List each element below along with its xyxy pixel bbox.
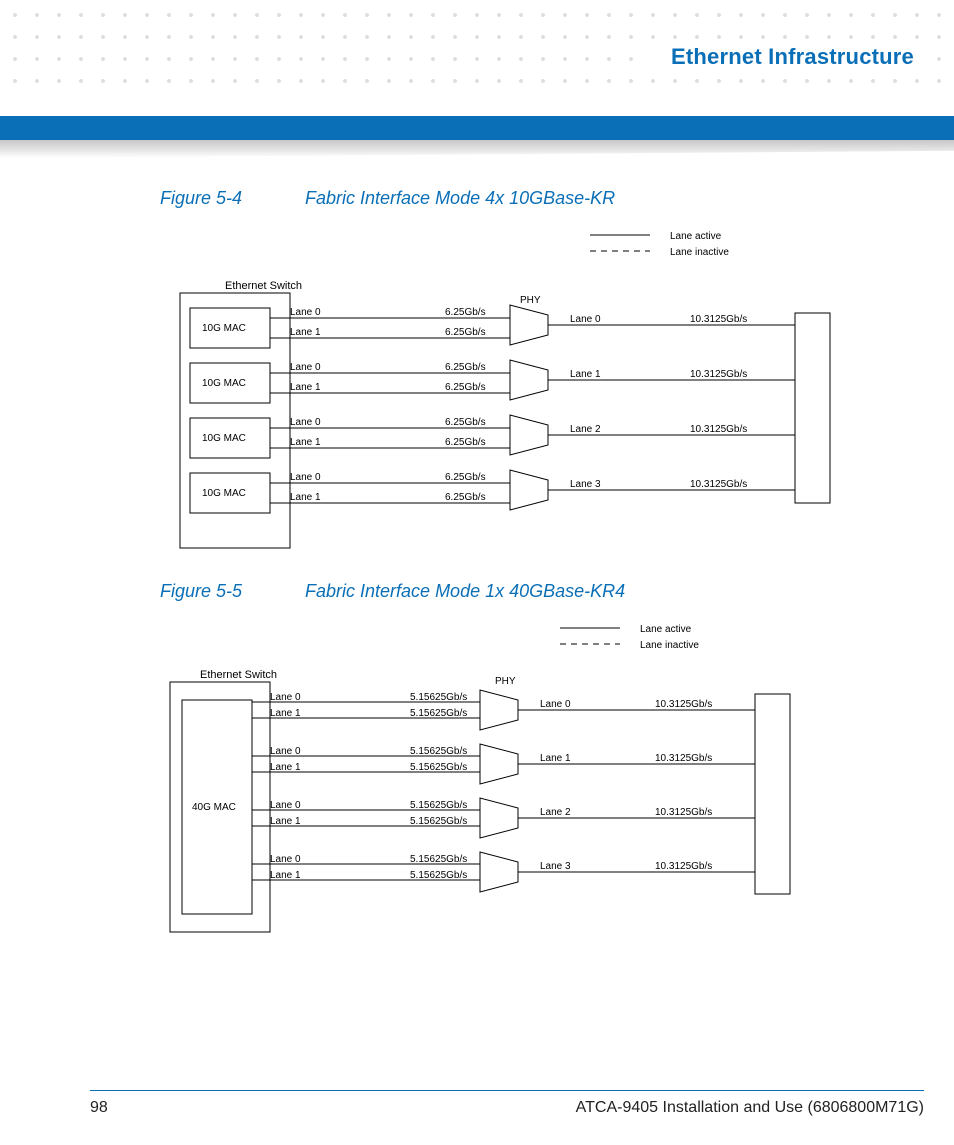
svg-text:10.3125Gb/s: 10.3125Gb/s [655, 861, 712, 872]
svg-text:5.15625Gb/s: 5.15625Gb/s [410, 762, 467, 773]
svg-text:6.25Gb/s: 6.25Gb/s [445, 327, 486, 338]
svg-text:Lane 2: Lane 2 [570, 424, 601, 435]
svg-text:Lane 0: Lane 0 [570, 314, 601, 325]
svg-text:Lane 1: Lane 1 [270, 870, 301, 881]
svg-text:Lane 0: Lane 0 [270, 800, 301, 811]
svg-text:Lane 1: Lane 1 [270, 762, 301, 773]
svg-text:Lane 0: Lane 0 [540, 699, 571, 710]
svg-text:Lane 1: Lane 1 [290, 437, 321, 448]
svg-text:Lane 0: Lane 0 [270, 854, 301, 865]
legend-active: Lane active [640, 624, 692, 635]
header-accent-bar [0, 116, 954, 140]
svg-text:6.25Gb/s: 6.25Gb/s [445, 307, 486, 318]
svg-text:Lane 0: Lane 0 [270, 746, 301, 757]
svg-text:10.3125Gb/s: 10.3125Gb/s [655, 807, 712, 818]
figure-caption-5-4: Figure 5-4 Fabric Interface Mode 4x 10GB… [160, 188, 914, 209]
svg-text:Lane 3: Lane 3 [570, 479, 601, 490]
svg-text:6.25Gb/s: 6.25Gb/s [445, 417, 486, 428]
svg-text:Lane 0: Lane 0 [290, 362, 321, 373]
svg-text:5.15625Gb/s: 5.15625Gb/s [410, 708, 467, 719]
svg-text:10.3125Gb/s: 10.3125Gb/s [655, 753, 712, 764]
svg-text:Lane 3: Lane 3 [540, 861, 571, 872]
figure-title: Fabric Interface Mode 1x 40GBase-KR4 [305, 581, 625, 601]
svg-text:10G MAC: 10G MAC [202, 488, 246, 499]
figure-5-4-diagram: Lane active Lane inactive Ethernet Switc… [160, 223, 860, 553]
page-number: 98 [90, 1099, 108, 1117]
svg-text:Lane 0: Lane 0 [270, 692, 301, 703]
svg-text:Lane 1: Lane 1 [270, 708, 301, 719]
svg-text:10G MAC: 10G MAC [202, 433, 246, 444]
svg-text:6.25Gb/s: 6.25Gb/s [445, 492, 486, 503]
mac-label: 40G MAC [192, 802, 236, 813]
svg-text:Lane 0: Lane 0 [290, 472, 321, 483]
page-header-title: Ethernet Infrastructure [647, 40, 930, 74]
switch-label: Ethernet Switch [200, 669, 277, 681]
legend-inactive: Lane inactive [670, 247, 729, 258]
svg-text:5.15625Gb/s: 5.15625Gb/s [410, 746, 467, 757]
svg-text:Lane 1: Lane 1 [540, 753, 571, 764]
svg-text:10.3125Gb/s: 10.3125Gb/s [690, 314, 747, 325]
legend-active: Lane active [670, 231, 722, 242]
svg-text:Lane 0: Lane 0 [290, 417, 321, 428]
svg-text:5.15625Gb/s: 5.15625Gb/s [410, 816, 467, 827]
svg-text:Lane 1: Lane 1 [270, 816, 301, 827]
legend-inactive: Lane inactive [640, 640, 699, 651]
figure-number: Figure 5-4 [160, 188, 300, 209]
svg-text:6.25Gb/s: 6.25Gb/s [445, 472, 486, 483]
svg-text:Lane 1: Lane 1 [290, 492, 321, 503]
svg-text:10.3125Gb/s: 10.3125Gb/s [690, 369, 747, 380]
header-shadow [0, 140, 954, 158]
svg-text:Lane 1: Lane 1 [570, 369, 601, 380]
svg-text:Lane 1: Lane 1 [290, 327, 321, 338]
svg-text:10.3125Gb/s: 10.3125Gb/s [655, 699, 712, 710]
page-content: Figure 5-4 Fabric Interface Mode 4x 10GB… [90, 180, 914, 946]
figure-caption-5-5: Figure 5-5 Fabric Interface Mode 1x 40GB… [160, 581, 914, 602]
page-footer: 98 ATCA-9405 Installation and Use (68068… [90, 1090, 924, 1117]
svg-text:6.25Gb/s: 6.25Gb/s [445, 362, 486, 373]
svg-text:5.15625Gb/s: 5.15625Gb/s [410, 800, 467, 811]
figure-5-5-diagram: Lane active Lane inactive Ethernet Switc… [160, 616, 860, 946]
svg-text:5.15625Gb/s: 5.15625Gb/s [410, 692, 467, 703]
switch-label: Ethernet Switch [225, 280, 302, 292]
figure-number: Figure 5-5 [160, 581, 300, 602]
phy-label: PHY [495, 676, 516, 687]
svg-text:6.25Gb/s: 6.25Gb/s [445, 437, 486, 448]
svg-text:Lane 2: Lane 2 [540, 807, 571, 818]
svg-text:10.3125Gb/s: 10.3125Gb/s [690, 479, 747, 490]
svg-text:5.15625Gb/s: 5.15625Gb/s [410, 854, 467, 865]
svg-text:10G MAC: 10G MAC [202, 323, 246, 334]
svg-text:Lane 0: Lane 0 [290, 307, 321, 318]
svg-text:10.3125Gb/s: 10.3125Gb/s [690, 424, 747, 435]
phy-label: PHY [520, 295, 541, 306]
doc-title: ATCA-9405 Installation and Use (6806800M… [576, 1099, 924, 1117]
svg-text:5.15625Gb/s: 5.15625Gb/s [410, 870, 467, 881]
svg-text:10G MAC: 10G MAC [202, 378, 246, 389]
figure-title: Fabric Interface Mode 4x 10GBase-KR [305, 188, 615, 208]
svg-text:6.25Gb/s: 6.25Gb/s [445, 382, 486, 393]
svg-text:Lane 1: Lane 1 [290, 382, 321, 393]
